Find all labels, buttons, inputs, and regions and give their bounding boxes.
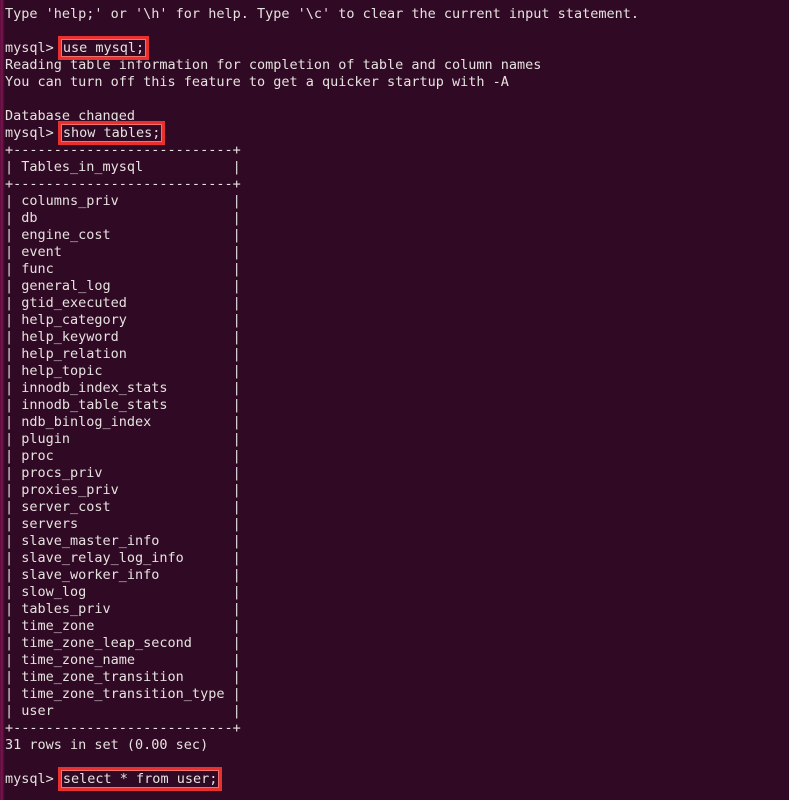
terminal-output-line: | event | (5, 244, 241, 260)
terminal-output-line: | engine_cost | (5, 227, 241, 243)
terminal-output-line: | columns_priv | (5, 193, 241, 209)
terminal-command-line: mysql> show tables; (5, 121, 639, 145)
terminal-output-line: 31 rows in set (0.00 sec) (5, 737, 209, 753)
terminal-output-line: Reading table information for completion… (5, 57, 542, 73)
terminal-output-line: | slave_relay_log_info | (5, 550, 241, 566)
terminal-output-line: | procs_priv | (5, 465, 241, 481)
terminal-output-line: | func | (5, 261, 241, 277)
terminal-output-line: | innodb_index_stats | (5, 380, 241, 396)
terminal-output-line: +---------------------------+ (5, 176, 241, 192)
terminal-output-line: +---------------------------+ (5, 720, 241, 736)
terminal-command-line: mysql> use mysql; (5, 36, 639, 60)
mysql-command[interactable]: select * from user; (57, 767, 223, 791)
terminal-output-line: | db | (5, 210, 241, 226)
terminal-output-line: Database changed (5, 108, 136, 124)
terminal-output-line: | proc | (5, 448, 241, 464)
terminal-output-line: | server_cost | (5, 499, 241, 515)
terminal-output-line: | time_zone | (5, 618, 241, 634)
terminal-output-line: | time_zone_name | (5, 652, 241, 668)
terminal-output-line: | time_zone_leap_second | (5, 635, 241, 651)
terminal-output-line: | help_topic | (5, 363, 241, 379)
terminal-output-line: | slave_worker_info | (5, 567, 241, 583)
terminal-output-line: | general_log | (5, 278, 241, 294)
terminal-window[interactable]: Type 'help;' or '\h' for help. Type '\c'… (0, 0, 789, 800)
terminal-output-line: | time_zone_transition | (5, 669, 241, 685)
terminal-command-line: mysql> select * from user; (5, 767, 639, 791)
terminal-output-line: | tables_priv | (5, 601, 241, 617)
terminal-output-line: | slave_master_info | (5, 533, 241, 549)
terminal-output-line: | help_relation | (5, 346, 241, 362)
terminal-output-line: +---------------------------+ (5, 142, 241, 158)
terminal-output-line: | help_category | (5, 312, 241, 328)
terminal-output-line: | ndb_binlog_index | (5, 414, 241, 430)
mysql-prompt: mysql> (5, 125, 62, 141)
mysql-command[interactable]: use mysql; (57, 36, 150, 60)
terminal-output-line: | plugin | (5, 431, 241, 447)
mysql-prompt: mysql> (5, 40, 62, 56)
terminal-output-line: | slow_log | (5, 584, 241, 600)
terminal-output-line: | time_zone_transition_type | (5, 686, 241, 702)
terminal-output-line: | servers | (5, 516, 241, 532)
terminal-output-line: | gtid_executed | (5, 295, 241, 311)
terminal-output-line: | help_keyword | (5, 329, 241, 345)
terminal-output-line: | proxies_priv | (5, 482, 241, 498)
terminal-output-line: You can turn off this feature to get a q… (5, 74, 509, 90)
terminal-output[interactable]: Type 'help;' or '\h' for help. Type '\c'… (5, 6, 639, 791)
terminal-output-line: Type 'help;' or '\h' for help. Type '\c'… (5, 6, 639, 22)
terminal-output-line: | Tables_in_mysql | (5, 159, 241, 175)
terminal-output-line: | innodb_table_stats | (5, 397, 241, 413)
mysql-command[interactable]: show tables; (57, 121, 165, 145)
mysql-prompt: mysql> (5, 771, 62, 787)
terminal-output-line: | user | (5, 703, 241, 719)
